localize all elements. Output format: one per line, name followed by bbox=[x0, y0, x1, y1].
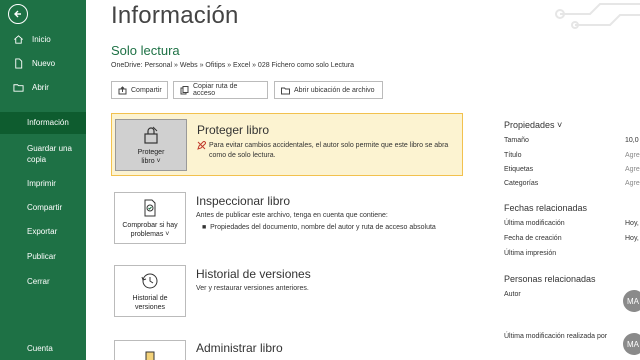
tile-label: Historial de bbox=[132, 295, 168, 302]
date-value: Hoy, bbox=[625, 220, 639, 227]
manage-document-icon bbox=[145, 351, 155, 360]
inspect-workbook-section: Comprobar si hay problemas ˅ Inspecciona… bbox=[111, 190, 463, 250]
share-button-label: Compartir bbox=[131, 86, 162, 94]
sidebar-item-informacion[interactable]: Información bbox=[0, 112, 86, 134]
last-modified-avatar[interactable]: MA bbox=[623, 333, 640, 355]
copy-icon bbox=[180, 85, 189, 95]
property-value[interactable]: Agre bbox=[625, 166, 640, 173]
tile-label: versiones bbox=[135, 304, 165, 311]
sidebar-item-inicio[interactable]: Inicio bbox=[0, 28, 86, 50]
date-label: Fecha de creación bbox=[504, 235, 562, 242]
folder-icon bbox=[281, 86, 290, 95]
manage-workbook-section: Administrar libro bbox=[111, 336, 463, 360]
sidebar-item-compartir[interactable]: Compartir bbox=[27, 202, 62, 213]
sidebar-item-cerrar[interactable]: Cerrar bbox=[27, 276, 50, 287]
sidebar-item-label: Nuevo bbox=[32, 58, 56, 68]
protect-workbook-button[interactable]: Proteger libro ˅ bbox=[115, 119, 187, 171]
bullet-text: Propiedades del documento, nombre del au… bbox=[210, 224, 436, 231]
property-value: 10,0 bbox=[625, 137, 639, 144]
sidebar-item-imprimir[interactable]: Imprimir bbox=[27, 178, 56, 189]
section-title: Inspeccionar libro bbox=[196, 194, 291, 208]
people-header: Personas relacionadas bbox=[504, 274, 596, 284]
sidebar-item-abrir[interactable]: Abrir bbox=[0, 76, 86, 98]
copy-path-button[interactable]: Copiar ruta de acceso bbox=[173, 81, 268, 99]
pencil-icon bbox=[197, 141, 206, 150]
properties-header[interactable]: Propiedades ˅ bbox=[504, 120, 562, 130]
sidebar-item-publicar[interactable]: Publicar bbox=[27, 251, 56, 262]
section-description: Antes de publicar este archivo, tenga en… bbox=[196, 212, 388, 219]
sidebar-item-label: Información bbox=[27, 118, 69, 127]
section-description: Ver y restaurar versiones anteriores. bbox=[196, 285, 309, 292]
back-button[interactable] bbox=[8, 4, 28, 24]
last-modified-by-label: Última modificación realizada por bbox=[504, 333, 608, 340]
section-title: Proteger libro bbox=[197, 123, 270, 137]
share-button[interactable]: Compartir bbox=[111, 81, 168, 99]
tile-label: Proteger bbox=[137, 149, 165, 156]
property-value[interactable]: Agre bbox=[625, 180, 640, 187]
property-label: Título bbox=[504, 152, 522, 159]
folder-icon bbox=[12, 81, 24, 93]
sidebar-item-exportar[interactable]: Exportar bbox=[27, 226, 57, 237]
sidebar-item-nuevo[interactable]: Nuevo bbox=[0, 52, 86, 74]
sidebar-item-cuenta[interactable]: Cuenta bbox=[27, 343, 53, 354]
version-history-section: Historial de versiones Historial de vers… bbox=[111, 263, 463, 321]
version-history-button[interactable]: Historial de versiones bbox=[114, 265, 186, 317]
property-label: Tamaño bbox=[504, 137, 529, 144]
page-title: Información bbox=[111, 2, 239, 29]
property-label: Etiquetas bbox=[504, 166, 534, 173]
share-icon bbox=[118, 85, 127, 95]
inspect-document-icon bbox=[144, 199, 156, 217]
section-title: Historial de versiones bbox=[196, 267, 311, 281]
section-description: Para evitar cambios accidentales, el aut… bbox=[209, 142, 449, 159]
copy-path-label: Copiar ruta de acceso bbox=[193, 83, 238, 97]
sidebar-item-guardar-copia[interactable]: Guardar una copia bbox=[27, 143, 77, 165]
history-clock-icon bbox=[141, 273, 158, 289]
author-label: Autor bbox=[504, 291, 521, 298]
decorative-circuit-icon bbox=[555, 3, 640, 29]
date-label: Última impresión bbox=[504, 250, 557, 257]
backstage-sidebar: Inicio Nuevo Abrir Información Guardar u… bbox=[0, 0, 86, 360]
date-value: Hoy, bbox=[625, 235, 639, 242]
tile-label: libro ˅ bbox=[141, 158, 161, 165]
new-file-icon bbox=[12, 57, 24, 69]
file-name: Solo lectura bbox=[111, 43, 180, 58]
protect-workbook-section: Proteger libro ˅ Proteger libro Para evi… bbox=[111, 113, 463, 176]
file-path-breadcrumb[interactable]: OneDrive: Personal » Webs » Ofitips » Ex… bbox=[111, 62, 354, 69]
bullet-icon: ■ bbox=[202, 224, 211, 231]
sidebar-item-label: Abrir bbox=[32, 82, 49, 92]
section-bullet-list: ■ Propiedades del documento, nombre del … bbox=[202, 223, 462, 233]
date-label: Última modificación bbox=[504, 220, 565, 227]
dates-header: Fechas relacionadas bbox=[504, 203, 588, 213]
property-value[interactable]: Agre bbox=[625, 152, 640, 159]
tile-label: problemas ˅ bbox=[130, 231, 170, 238]
author-avatar[interactable]: MA bbox=[623, 290, 640, 312]
manage-workbook-button[interactable] bbox=[114, 340, 186, 360]
lock-icon bbox=[144, 126, 158, 144]
arrow-left-icon bbox=[14, 10, 21, 18]
open-location-label: Abrir ubicación de archivo bbox=[294, 86, 375, 94]
home-icon bbox=[12, 33, 24, 45]
property-label: Categorías bbox=[504, 180, 539, 187]
section-title: Administrar libro bbox=[196, 341, 283, 355]
open-location-button[interactable]: Abrir ubicación de archivo bbox=[274, 81, 383, 99]
sidebar-item-label: Inicio bbox=[32, 34, 51, 44]
check-issues-button[interactable]: Comprobar si hay problemas ˅ bbox=[114, 192, 186, 244]
tile-label: Comprobar si hay bbox=[122, 222, 178, 229]
